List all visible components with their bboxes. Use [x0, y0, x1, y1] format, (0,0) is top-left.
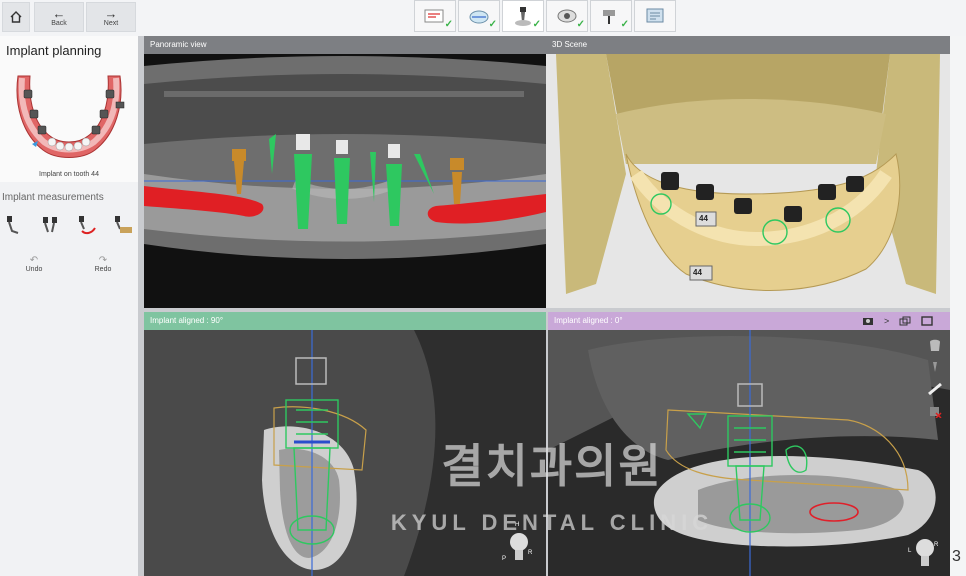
undo-button[interactable]: ↶ Undo	[0, 250, 68, 278]
side-tool-column	[926, 338, 944, 428]
tooth-label: 44	[693, 268, 702, 277]
jaw-thumbnail[interactable]	[8, 64, 130, 174]
watermark-english: KYUL DENTAL CLINIC	[390, 510, 714, 535]
orientation-widget[interactable]	[910, 530, 940, 570]
check-icon: ✓	[576, 19, 585, 30]
tooth-tool-icon[interactable]	[927, 338, 943, 352]
restore-window-icon[interactable]	[899, 316, 911, 326]
watermark-korean: 결치과의원	[441, 439, 663, 493]
home-icon	[10, 11, 22, 23]
panoramic-image	[144, 54, 546, 308]
redo-icon: ↷	[98, 255, 108, 266]
undo-label: Undo	[25, 266, 43, 273]
viewport-title: Panoramic view	[144, 36, 546, 54]
back-arrow-icon: ←	[52, 6, 66, 21]
thumbnail-caption: Implant on tooth 44	[39, 171, 99, 178]
check-icon: ✓	[444, 19, 453, 30]
viewport-title: 3D Scene	[546, 36, 950, 54]
right-edge-number: 3	[952, 548, 961, 565]
wizard-step-sleeve[interactable]: ✓	[546, 0, 588, 32]
measurements-label: Implant measurements	[2, 192, 104, 203]
next-arrow-icon: →	[104, 6, 118, 21]
orientation-head-icon	[916, 539, 934, 566]
ruler-tool-icon[interactable]	[927, 382, 943, 396]
measure-nerve-icon	[79, 216, 96, 235]
panel-title: Implant planning	[6, 43, 102, 58]
wizard-step-patient-data[interactable]: ✓	[414, 0, 456, 32]
back-label: Back	[51, 20, 67, 27]
redo-button[interactable]: ↷ Redo	[69, 250, 137, 278]
check-icon: ✓	[488, 19, 497, 30]
next-label: Next	[103, 20, 119, 27]
curve-tool-icon[interactable]	[927, 360, 943, 374]
measure-tool-distance[interactable]	[2, 210, 28, 238]
measure-tool-nerve[interactable]	[74, 210, 100, 238]
measure-tool-bone[interactable]	[110, 210, 136, 238]
home-button[interactable]	[2, 2, 30, 32]
delete-tool-icon[interactable]	[927, 404, 943, 418]
export-icon	[646, 8, 664, 23]
wizard-step-implant[interactable]: ✓	[502, 0, 544, 32]
measure-distance-icon	[7, 216, 19, 234]
wizard-step-scan[interactable]: ✓	[458, 0, 500, 32]
viewport-title: Implant aligned : 90°	[144, 312, 546, 330]
measure-angle-icon	[43, 217, 57, 233]
check-icon: ✓	[620, 19, 629, 30]
measure-bone-icon	[115, 216, 132, 233]
3d-scene-viewport[interactable]: 3D Scene 44 44	[546, 36, 950, 308]
tooth-label: 44	[699, 214, 708, 223]
undo-icon: ↶	[29, 255, 39, 266]
camera-icon[interactable]	[862, 316, 874, 326]
back-button[interactable]: ← Back	[34, 2, 84, 32]
3d-scene-image	[546, 54, 950, 308]
measure-tool-angle[interactable]	[38, 210, 64, 238]
orientation-left-letter: P	[502, 556, 507, 562]
check-icon: ✓	[532, 19, 541, 30]
right-edge-panel	[950, 36, 966, 576]
viewport-toolbar: >	[862, 315, 946, 327]
orientation-right-letter: R	[528, 550, 533, 556]
redo-label: Redo	[94, 266, 112, 273]
orientation-left-letter: L	[908, 548, 912, 554]
panoramic-viewport[interactable]: Panoramic view	[144, 36, 546, 308]
wizard-step-drill[interactable]: ✓	[590, 0, 632, 32]
next-view-button[interactable]: >	[884, 316, 889, 326]
next-button[interactable]: → Next	[86, 2, 136, 32]
orientation-right-letter: R	[934, 542, 939, 548]
wizard-step-export[interactable]	[634, 0, 676, 32]
maximize-window-icon[interactable]	[921, 316, 933, 326]
